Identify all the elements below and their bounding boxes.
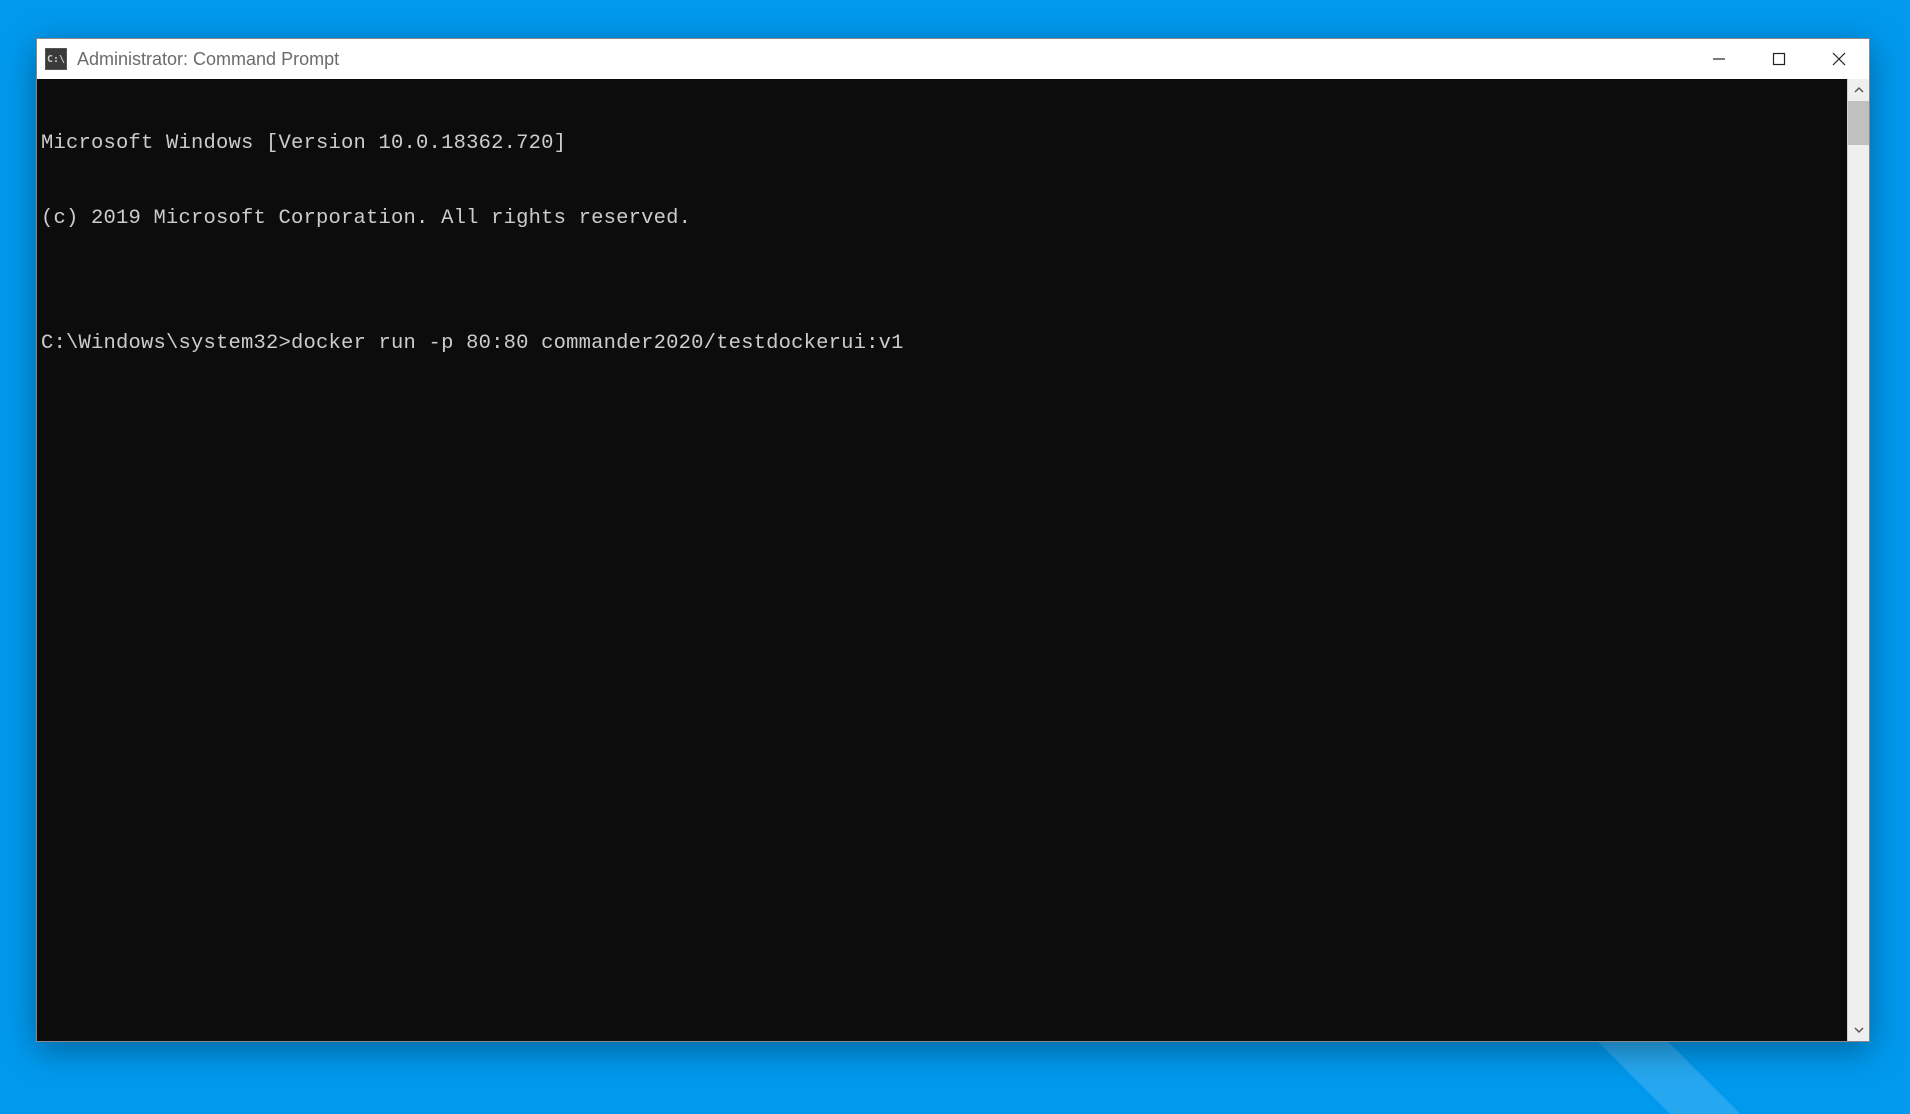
vertical-scrollbar[interactable]	[1847, 79, 1869, 1041]
scroll-up-button[interactable]	[1848, 79, 1869, 101]
console-output[interactable]: Microsoft Windows [Version 10.0.18362.72…	[37, 79, 1847, 1041]
maximize-icon	[1772, 52, 1786, 66]
scroll-down-button[interactable]	[1848, 1019, 1869, 1041]
window-title: Administrator: Command Prompt	[77, 49, 1689, 70]
minimize-icon	[1712, 52, 1726, 66]
scroll-track[interactable]	[1848, 101, 1869, 1019]
cmd-prompt-icon-glyph: C:\	[47, 54, 65, 65]
command-prompt-window: C:\ Administrator: Command Prompt	[36, 38, 1870, 1042]
minimize-button[interactable]	[1689, 39, 1749, 79]
maximize-button[interactable]	[1749, 39, 1809, 79]
console-line: Microsoft Windows [Version 10.0.18362.72…	[41, 131, 1847, 156]
console-area: Microsoft Windows [Version 10.0.18362.72…	[37, 79, 1869, 1041]
chevron-up-icon	[1854, 87, 1864, 93]
console-line: (c) 2019 Microsoft Corporation. All righ…	[41, 206, 1847, 231]
titlebar[interactable]: C:\ Administrator: Command Prompt	[37, 39, 1869, 79]
close-button[interactable]	[1809, 39, 1869, 79]
window-controls	[1689, 39, 1869, 79]
cmd-prompt-icon: C:\	[45, 48, 67, 70]
scroll-thumb[interactable]	[1848, 101, 1869, 145]
console-line: C:\Windows\system32>docker run -p 80:80 …	[41, 331, 1847, 356]
close-icon	[1832, 52, 1846, 66]
chevron-down-icon	[1854, 1027, 1864, 1033]
